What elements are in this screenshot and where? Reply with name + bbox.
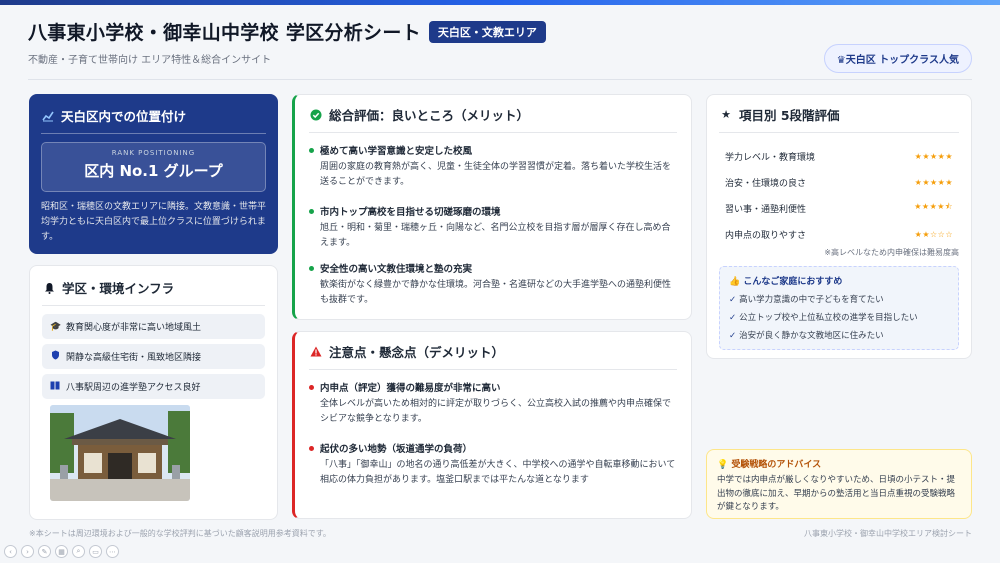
footer-disclaimer: ※本シートは周辺環境および一般的な学校評判に基づいた顧客説明用参考資料です。 <box>29 529 331 538</box>
star-rating: ★★☆☆☆ <box>914 229 953 239</box>
position-card: 天白区内での位置付け RANK POSITIONING 区内 No.1 グループ… <box>29 94 278 254</box>
trend-chart-icon <box>41 109 55 123</box>
rating-row: 学力レベル・教育環境 ★★★★★ <box>725 151 953 163</box>
bullet-dot <box>309 208 314 214</box>
merit-card-title: 総合評価：良いところ（メリット） <box>309 105 677 133</box>
next-slide-icon[interactable]: › <box>21 545 34 558</box>
advice-body: 中学では内申点が厳しくなりやすいため、日頃の小テスト・提出物の徹底に加え、早期か… <box>717 475 956 512</box>
bullet-dot <box>309 445 314 451</box>
advice-title: 💡 受験戦略のアドバイス <box>717 460 822 470</box>
pen-icon[interactable]: ✎ <box>38 545 51 558</box>
family-item: ✓ 高い学力意識の中で子どもを育てたい <box>729 295 884 305</box>
popularity-pill: ♛天白区 トップクラス人気 <box>823 44 972 73</box>
shield-icon <box>50 350 60 363</box>
bell-icon <box>42 281 56 295</box>
lightbulb-icon: 💡 <box>717 460 729 470</box>
footer-sheet-name: 八事東小学校・御幸山中学校エリア検討シート <box>804 529 972 538</box>
top-accent-bar <box>0 0 1000 5</box>
merit-point: 安全性の高い文教住環境と塾の充実 歓楽街がなく緑豊かで静かな住環境。河合塾・名進… <box>309 261 677 308</box>
family-title: 👍 こんなご家庭におすすめ <box>729 277 843 287</box>
crown-icon: ♛ <box>836 55 846 66</box>
check-icon: ✓ <box>729 313 737 323</box>
demerit-card: 注意点・懸念点（デメリット） 内申点（評定）獲得の難易度が非常に高い 全体レベル… <box>292 331 692 519</box>
merit-point: 極めて高い学習意識と安定した校風 周囲の家庭の教育熱が高く、児童・生徒全体の学習… <box>309 143 677 190</box>
page-title: 八事東小学校・御幸山中学校 学区分析シート <box>28 22 421 44</box>
rank-box: RANK POSITIONING 区内 No.1 グループ <box>41 142 266 192</box>
graduation-cap-icon: 🎓 <box>50 321 62 332</box>
bullet-dot <box>309 265 314 271</box>
infra-item: 閑静な高級住宅街・風致地区隣接 <box>42 344 265 369</box>
infra-card: 学区・環境インフラ 🎓 教育関心度が非常に高い地域風土 閑静な高級住宅街・風致地… <box>29 265 278 520</box>
star-rating: ★★★★★ <box>914 151 953 161</box>
rating-card: ★ 項目別 5段階評価 学力レベル・教育環境 ★★★★★ 治安・住環境の良さ ★… <box>706 94 972 359</box>
check-circle-icon <box>309 108 323 122</box>
zoom-icon[interactable]: ⌕ <box>72 545 85 558</box>
infra-card-title: 学区・環境インフラ <box>42 278 265 306</box>
advice-card: 💡 受験戦略のアドバイス 中学では内申点が厳しくなりやすいため、日頃の小テスト・… <box>706 449 972 519</box>
thumbs-up-icon: 👍 <box>729 277 741 287</box>
demerit-point: 内申点（評定）獲得の難易度が非常に高い 全体レベルが高いため相対的に評定が取りづ… <box>309 380 677 427</box>
position-card-title: 天白区内での位置付け <box>41 106 266 134</box>
merit-card: 総合評価：良いところ（メリット） 極めて高い学習意識と安定した校風 周囲の家庭の… <box>292 94 692 320</box>
check-icon: ✓ <box>729 295 737 305</box>
rating-note: ※高レベルなため内申確保は難易度高 <box>824 248 959 257</box>
shrine-photo <box>50 405 190 501</box>
demerit-card-title: 注意点・懸念点（デメリット） <box>309 342 677 370</box>
family-recommend-box: 👍 こんなご家庭におすすめ ✓ 高い学力意識の中で子どもを育てたい ✓ 公立トップ校… <box>719 266 959 350</box>
rating-row: 内申点の取りやすさ ★★☆☆☆ <box>725 229 953 241</box>
page-header: 八事東小学校・御幸山中学校 学区分析シート 天白区・文教エリア 不動産・子育て世… <box>28 18 972 80</box>
more-options-icon[interactable]: ⋯ <box>106 545 119 558</box>
infra-item: 八事駅周辺の進学塾アクセス良好 <box>42 374 265 399</box>
bullet-dot <box>309 384 314 390</box>
rating-row: 治安・住環境の良さ ★★★★★ <box>725 177 953 189</box>
rank-label: RANK POSITIONING <box>111 149 196 157</box>
rank-value: 区内 No.1 グループ <box>84 162 223 180</box>
bullet-dot <box>309 147 314 153</box>
area-badge: 天白区・文教エリア <box>428 20 546 43</box>
family-item: ✓ 治安が良く静かな文教地区に住みたい <box>729 331 884 341</box>
infra-item: 🎓 教育関心度が非常に高い地域風土 <box>42 314 265 339</box>
warning-icon <box>309 345 323 359</box>
star-rating: ★★★★⯪ <box>914 202 953 211</box>
book-icon <box>50 381 60 393</box>
check-icon: ✓ <box>729 331 737 341</box>
slide-controls: ‹ › ✎ ▦ ⌕ ▭ ⋯ <box>4 545 119 558</box>
star-rating: ★★★★★ <box>914 177 953 187</box>
subtitles-icon[interactable]: ▭ <box>89 545 102 558</box>
prev-slide-icon[interactable]: ‹ <box>4 545 17 558</box>
rating-row: 習い事・通塾利便性 ★★★★⯪ <box>725 202 953 215</box>
merit-point: 市内トップ高校を目指せる切磋琢磨の環境 旭丘・明和・菊里・瑞穂ヶ丘・向陽など、名… <box>309 204 677 251</box>
slides-grid-icon[interactable]: ▦ <box>55 545 68 558</box>
family-item: ✓ 公立トップ校や上位私立校の進学を目指したい <box>729 313 918 323</box>
star-icon: ★ <box>721 108 731 121</box>
rating-card-title: ★ 項目別 5段階評価 <box>719 105 959 133</box>
position-description: 昭和区・瑞穂区の文教エリアに隣接。文教意識・世帯平均学力ともに天白区内で最上位ク… <box>41 202 267 242</box>
demerit-point: 起伏の多い地勢（坂道通学の負荷） 「八事」「御幸山」の地名の通り高低差が大きく、… <box>309 441 677 488</box>
